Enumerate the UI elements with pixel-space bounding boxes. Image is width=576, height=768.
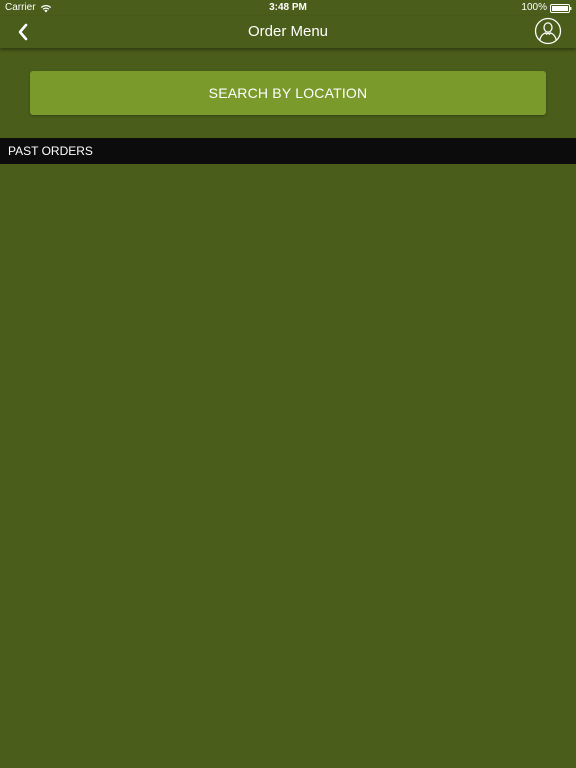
past-orders-label: PAST ORDERS [8,144,93,158]
status-time: 3:48 PM [269,2,307,13]
battery-percent: 100% [521,2,547,13]
past-orders-header: PAST ORDERS [0,138,576,164]
status-right: 100% [521,0,572,16]
navigation-bar: Order Menu [0,16,576,48]
status-bar: Carrier 3:48 PM 100% [0,0,576,16]
user-circle-icon [534,17,562,45]
profile-button[interactable] [534,17,562,45]
search-by-location-button[interactable]: SEARCH BY LOCATION [30,71,546,115]
past-orders-list[interactable] [0,164,576,768]
page-title: Order Menu [247,23,329,40]
battery-icon [550,3,572,13]
